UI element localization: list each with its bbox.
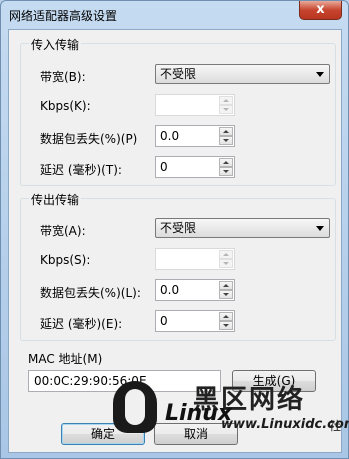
outbound-latency-value: 0 bbox=[160, 314, 168, 328]
outbound-latency-up-button[interactable] bbox=[219, 312, 233, 321]
inbound-group-label: 传入传输 bbox=[29, 36, 82, 53]
dialog-window: 网络适配器高级设置 x 传入传输 带宽(B): 不受限 Kbps(K): 数据包… bbox=[0, 0, 349, 459]
watermark: 黑区网络 Linux www.Linuxidc.com 社 bbox=[105, 373, 349, 455]
outbound-bandwidth-select[interactable]: 不受限 bbox=[155, 218, 330, 238]
inbound-packet-loss-value: 0.0 bbox=[160, 129, 180, 143]
outbound-kbps-label: Kbps(S): bbox=[40, 253, 91, 267]
inbound-latency-up-button[interactable] bbox=[219, 158, 233, 167]
outbound-group-label: 传出传输 bbox=[29, 191, 82, 208]
outbound-packet-loss-value: 0.0 bbox=[160, 283, 180, 297]
inbound-group: 传入传输 带宽(B): 不受限 Kbps(K): 数据包丢失(%)(P) 0.0 bbox=[20, 36, 336, 186]
mac-address-label: MAC 地址(M) bbox=[28, 352, 103, 366]
arrow-down-icon bbox=[223, 262, 229, 265]
outbound-latency-spinner[interactable]: 0 bbox=[155, 310, 235, 332]
inbound-kbps-label: Kbps(K): bbox=[40, 99, 91, 113]
inbound-kbps-down-button bbox=[219, 105, 233, 114]
watermark-tail: 社 bbox=[329, 419, 342, 433]
arrow-up-icon bbox=[223, 130, 229, 133]
chevron-down-icon bbox=[316, 72, 324, 77]
outbound-latency-label: 延迟 (毫秒)(E): bbox=[40, 317, 123, 331]
outbound-latency-down-button[interactable] bbox=[219, 321, 233, 330]
window-title: 网络适配器高级设置 bbox=[9, 9, 118, 23]
inbound-packet-loss-label: 数据包丢失(%)(P) bbox=[40, 132, 138, 146]
penguin-logo-icon bbox=[113, 381, 157, 433]
inbound-latency-spinner[interactable]: 0 bbox=[155, 156, 235, 178]
outbound-packet-loss-spinner[interactable]: 0.0 bbox=[155, 279, 235, 301]
inbound-bandwidth-label: 带宽(B): bbox=[40, 70, 86, 84]
inbound-kbps-spinner bbox=[155, 94, 235, 116]
inbound-kbps-up-button bbox=[219, 96, 233, 105]
inbound-packet-loss-down-button[interactable] bbox=[219, 136, 233, 145]
arrow-up-icon bbox=[223, 315, 229, 318]
outbound-kbps-down-button bbox=[219, 259, 233, 268]
inbound-bandwidth-select[interactable]: 不受限 bbox=[155, 64, 330, 84]
arrow-up-icon bbox=[223, 161, 229, 164]
outbound-packet-loss-down-button[interactable] bbox=[219, 290, 233, 299]
outbound-kbps-up-button bbox=[219, 250, 233, 259]
outbound-packet-loss-label: 数据包丢失(%)(L): bbox=[40, 286, 141, 300]
arrow-down-icon bbox=[223, 293, 229, 296]
inbound-packet-loss-up-button[interactable] bbox=[219, 127, 233, 136]
inbound-latency-down-button[interactable] bbox=[219, 167, 233, 176]
arrow-down-icon bbox=[223, 324, 229, 327]
close-button[interactable]: x bbox=[299, 1, 342, 20]
outbound-kbps-spinner bbox=[155, 248, 235, 270]
inbound-packet-loss-spinner[interactable]: 0.0 bbox=[155, 125, 235, 147]
outbound-group: 传出传输 带宽(A): 不受限 Kbps(S): 数据包丢失(%)(L): 0.… bbox=[20, 191, 336, 341]
arrow-down-icon bbox=[223, 170, 229, 173]
outbound-bandwidth-value: 不受限 bbox=[160, 221, 197, 235]
inbound-latency-value: 0 bbox=[160, 160, 168, 174]
close-icon: x bbox=[316, 2, 325, 17]
arrow-down-icon bbox=[223, 139, 229, 142]
arrow-down-icon bbox=[223, 108, 229, 111]
arrow-up-icon bbox=[223, 253, 229, 256]
inbound-bandwidth-value: 不受限 bbox=[160, 67, 197, 81]
arrow-up-icon bbox=[223, 284, 229, 287]
inbound-latency-label: 延迟 (毫秒)(T): bbox=[40, 163, 122, 177]
arrow-up-icon bbox=[223, 99, 229, 102]
outbound-packet-loss-up-button[interactable] bbox=[219, 281, 233, 290]
chevron-down-icon bbox=[316, 226, 324, 231]
outbound-bandwidth-label: 带宽(A): bbox=[40, 224, 86, 238]
